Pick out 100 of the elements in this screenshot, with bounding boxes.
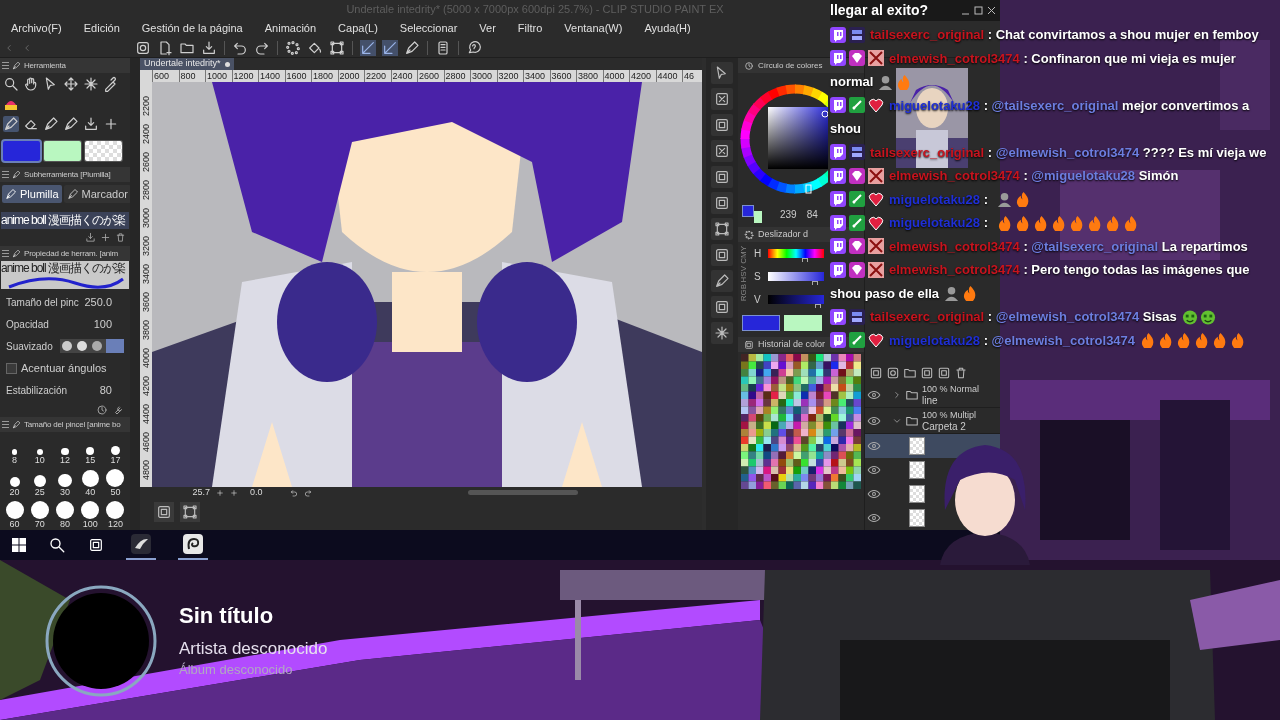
pen-icon[interactable] — [711, 270, 733, 292]
mode-tab[interactable]: HSV — [740, 265, 750, 283]
close-icon[interactable] — [987, 6, 996, 15]
slider-thumb[interactable] — [815, 304, 822, 308]
copy-icon[interactable] — [937, 366, 951, 381]
pen-icon[interactable] — [3, 116, 19, 132]
maximize-icon[interactable] — [974, 6, 983, 15]
layer-icon[interactable] — [135, 39, 151, 56]
hand-icon[interactable] — [23, 76, 39, 92]
menu-item[interactable]: Seleccionar — [399, 19, 458, 37]
undo-icon[interactable] — [290, 488, 298, 497]
slider-thumb[interactable] — [812, 281, 819, 285]
setting-value[interactable]: 100 — [93, 315, 124, 333]
mode-tab[interactable]: CMY — [740, 246, 750, 264]
pen-icon[interactable] — [43, 116, 59, 132]
scrollbar-track[interactable] — [130, 58, 140, 530]
new-layer-icon[interactable] — [869, 366, 883, 381]
download-icon[interactable] — [201, 39, 217, 56]
eyedropper-icon[interactable] — [103, 76, 119, 92]
expand-icon[interactable] — [892, 389, 902, 400]
minus-icon[interactable] — [216, 488, 224, 497]
menu-icon[interactable] — [2, 250, 9, 257]
layer-name[interactable]: line — [922, 394, 980, 406]
trash-icon[interactable] — [115, 232, 126, 243]
saturation-value[interactable]: 84 — [806, 206, 818, 222]
mode-tab[interactable]: RGB — [740, 284, 750, 302]
color-swatch[interactable] — [44, 141, 81, 161]
sub-color-swatch[interactable] — [784, 315, 822, 331]
ruler-icon[interactable] — [382, 39, 398, 56]
ruler-icon[interactable] — [360, 39, 376, 56]
main-color-swatch[interactable] — [742, 205, 754, 217]
menu-item[interactable]: Capa(L) — [338, 19, 378, 37]
menu-icon[interactable] — [2, 62, 9, 69]
menu-item[interactable]: Gestión de la página — [141, 19, 243, 37]
frame-icon[interactable] — [180, 502, 200, 522]
color-swatch[interactable] — [3, 141, 40, 161]
menu-item[interactable]: Edición — [83, 19, 120, 37]
main-color-swatch[interactable] — [742, 315, 780, 331]
search-icon[interactable] — [3, 76, 19, 92]
swatch-grid-drawing[interactable] — [741, 354, 861, 489]
document-tab[interactable]: Undertale intedrity* — [140, 58, 234, 70]
windows-icon[interactable] — [12, 538, 26, 552]
menu-item[interactable]: Archivo(F) — [11, 19, 62, 37]
panel-icon[interactable] — [711, 244, 733, 266]
slider-thumb[interactable] — [801, 258, 808, 262]
menu-item[interactable]: Ayuda(H) — [644, 19, 691, 37]
layer-name[interactable]: Carpeta 2 — [922, 420, 977, 432]
panel-icon[interactable] — [154, 502, 174, 522]
frame-icon[interactable] — [711, 218, 733, 240]
pen-icon[interactable] — [63, 116, 79, 132]
redo-icon[interactable] — [304, 488, 312, 497]
layer-thumbnail[interactable] — [909, 509, 925, 528]
device-icon[interactable] — [435, 39, 451, 56]
transform-icon[interactable] — [329, 39, 345, 56]
new-file-icon[interactable] — [157, 39, 173, 56]
scrollbar[interactable] — [468, 490, 578, 495]
crossed-box-icon[interactable] — [711, 140, 733, 162]
setting-value[interactable]: 250.0 — [84, 293, 124, 311]
move-icon[interactable] — [63, 76, 79, 92]
menu-icon[interactable] — [2, 171, 9, 178]
search-icon[interactable] — [48, 536, 66, 554]
menu-item[interactable]: Ver — [479, 19, 496, 37]
menu-item[interactable]: Animación — [264, 19, 317, 37]
trash-icon[interactable] — [954, 366, 968, 381]
brush-item[interactable]: anime boll 漫画描くのが楽 — [1, 212, 129, 229]
spinner-icon[interactable] — [285, 39, 301, 56]
panel-icon[interactable] — [711, 296, 733, 318]
pen-icon[interactable] — [404, 39, 420, 56]
folder-icon[interactable] — [903, 366, 917, 381]
plus-icon[interactable] — [103, 116, 119, 132]
panel-icon[interactable] — [711, 166, 733, 188]
clock-icon[interactable] — [96, 404, 108, 416]
checkbox[interactable] — [6, 362, 17, 374]
plus-icon[interactable] — [230, 488, 238, 497]
smoothing-options-icon[interactable] — [60, 339, 124, 353]
layer-thumbnail[interactable] — [909, 437, 925, 456]
task-view-icon[interactable] — [88, 537, 104, 553]
help-icon[interactable] — [466, 39, 482, 56]
crossed-box-icon[interactable] — [711, 88, 733, 110]
sub-color-swatch[interactable] — [754, 211, 762, 223]
layer-thumbnail[interactable] — [909, 485, 925, 504]
setting-value[interactable]: 80 — [99, 381, 124, 399]
layer-icon[interactable] — [886, 366, 900, 381]
panel-icon[interactable] — [711, 192, 733, 214]
panel-icon[interactable] — [711, 114, 733, 136]
menu-item[interactable]: Filtro — [517, 19, 543, 37]
wrench-icon[interactable] — [112, 404, 124, 416]
menu-icon[interactable] — [2, 421, 9, 428]
sparkle-icon[interactable] — [83, 76, 99, 92]
zoom-value[interactable]: 25.7 — [180, 485, 210, 500]
copy-icon[interactable] — [920, 366, 934, 381]
layer-thumbnail[interactable] — [909, 461, 925, 480]
angle-value[interactable]: 0.0 — [244, 485, 284, 500]
transparent-swatch[interactable] — [85, 141, 122, 161]
hue-value[interactable]: 239 — [780, 206, 797, 222]
menu-item[interactable]: Ventana(W) — [564, 19, 623, 37]
pointer-icon[interactable] — [711, 62, 733, 84]
download-icon[interactable] — [85, 232, 96, 243]
tab[interactable]: Marcador — [63, 185, 130, 203]
add-icon[interactable] — [100, 232, 111, 243]
